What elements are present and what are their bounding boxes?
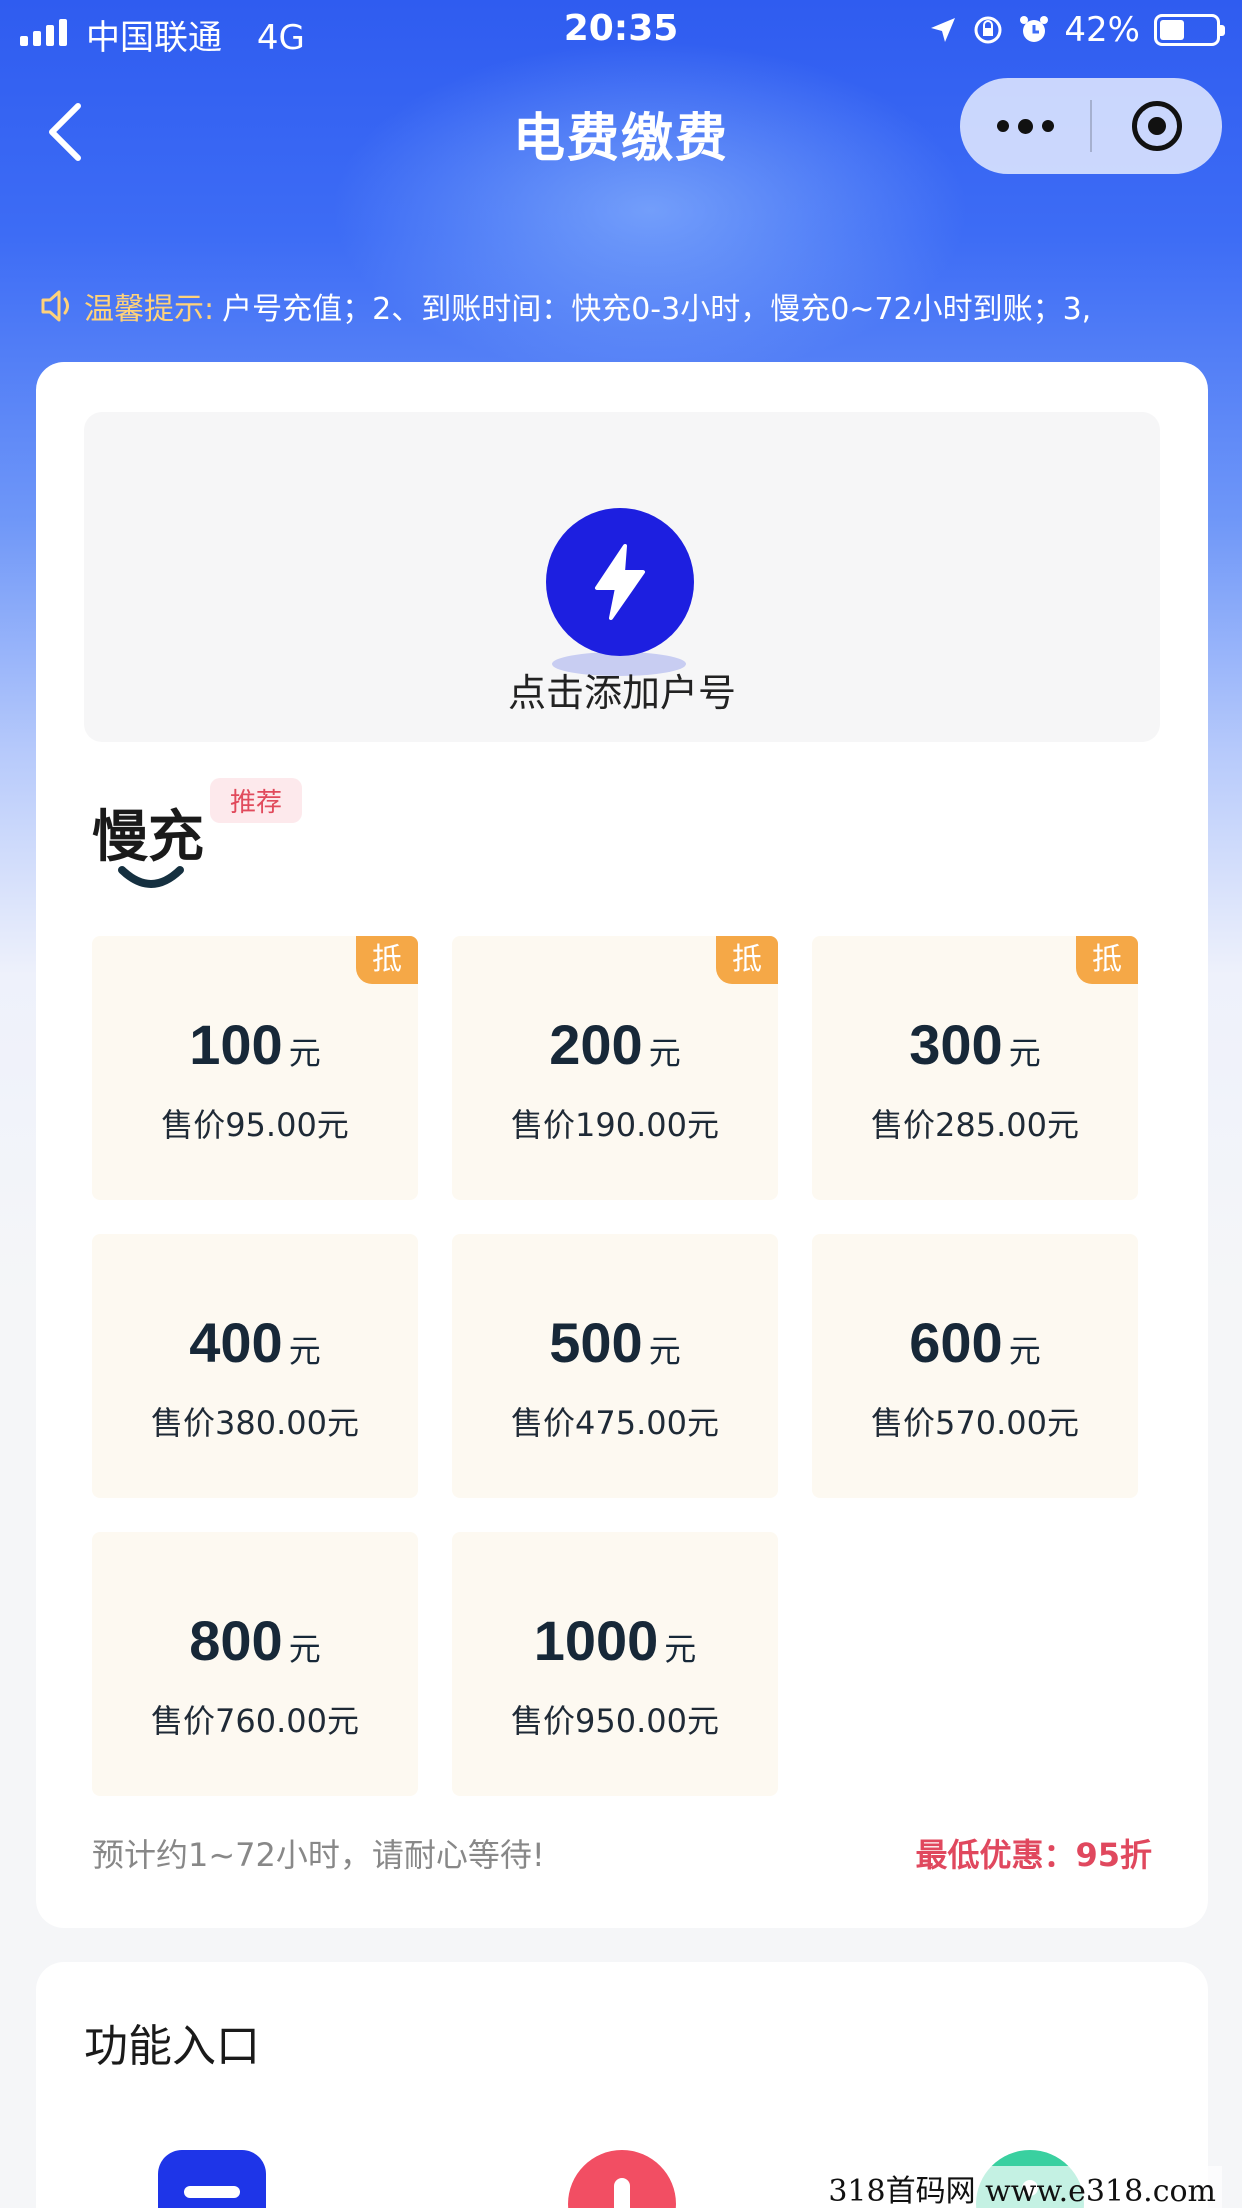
amount-unit: 元 xyxy=(288,1630,321,1668)
person-icon[interactable] xyxy=(568,2150,676,2208)
sale-price: 售价950.00元 xyxy=(511,1702,719,1740)
list-icon[interactable] xyxy=(158,2150,266,2208)
lowest-discount: 最低优惠：95折 xyxy=(915,1836,1152,1874)
amount: 600 xyxy=(909,1311,1003,1374)
amount-unit: 元 xyxy=(288,1332,321,1370)
amount-unit: 元 xyxy=(1008,1332,1041,1370)
sale-price: 售价95.00元 xyxy=(161,1106,349,1144)
function-entry-title: 功能入口 xyxy=(84,2021,260,2072)
alarm-icon xyxy=(1020,16,1049,42)
smile-underline-icon xyxy=(118,866,184,888)
notice-text: 户号充值；2、到账时间：快充0-3小时，慢充0~72小时到账；3, xyxy=(222,292,1092,327)
deduct-tag: 抵 xyxy=(716,936,778,984)
speaker-icon xyxy=(41,290,69,322)
denomination-option[interactable]: 500 元 售价475.00元 xyxy=(452,1234,778,1498)
denomination-option[interactable]: 600 元 售价570.00元 xyxy=(812,1234,1138,1498)
miniprogram-capsule xyxy=(960,78,1222,174)
denomination-option[interactable]: 抵 200 元 售价190.00元 xyxy=(452,936,778,1200)
amount-unit: 元 xyxy=(288,1034,321,1072)
recommend-badge: 推荐 xyxy=(210,778,303,823)
amount: 200 xyxy=(549,1013,643,1076)
amount-unit: 元 xyxy=(1008,1034,1041,1072)
location-icon xyxy=(931,18,956,42)
deduct-tag: 抵 xyxy=(356,936,418,984)
notice-label: 温馨提示: xyxy=(84,292,215,327)
arrival-estimate: 预计约1~72小时，请耐心等待! xyxy=(92,1836,545,1874)
section-title: 慢充 xyxy=(92,805,204,870)
more-dots-icon xyxy=(996,120,1009,132)
notice-bar: 温馨提示: 户号充值；2、到账时间：快充0-3小时，慢充0~72小时到账；3, xyxy=(38,284,1218,328)
denomination-option[interactable]: 800 元 售价760.00元 xyxy=(92,1532,418,1796)
amount-unit: 元 xyxy=(664,1630,697,1668)
status-bar: 中国联通 4G 20:35 42% xyxy=(0,0,1242,62)
amount: 100 xyxy=(189,1013,283,1076)
sale-price: 售价380.00元 xyxy=(151,1404,359,1442)
rotation-lock-icon xyxy=(974,16,1002,44)
sale-price: 售价190.00元 xyxy=(511,1106,719,1144)
lightning-bolt-icon xyxy=(546,508,694,656)
denomination-option[interactable]: 1000 元 售价950.00元 xyxy=(452,1532,778,1796)
amount: 1000 xyxy=(533,1609,659,1672)
recharge-card: 点击添加户号 慢充 推荐 抵 100 元 售价95.00元 抵 200 元 售价19… xyxy=(36,362,1208,1928)
amount: 800 xyxy=(189,1609,283,1672)
add-account-button[interactable]: 点击添加户号 xyxy=(84,412,1160,742)
denomination-option[interactable]: 抵 100 元 售价95.00元 xyxy=(92,936,418,1200)
denomination-option[interactable]: 抵 300 元 售价285.00元 xyxy=(812,936,1138,1200)
amount-unit: 元 xyxy=(648,1034,681,1072)
battery-percent: 42% xyxy=(1064,10,1140,50)
header-glow xyxy=(330,40,970,380)
amount-unit: 元 xyxy=(648,1332,681,1370)
sale-price: 售价285.00元 xyxy=(871,1106,1079,1144)
sale-price: 售价570.00元 xyxy=(871,1404,1079,1442)
target-icon xyxy=(1132,101,1182,151)
add-account-label: 点击添加户号 xyxy=(507,671,736,715)
sale-price: 售价760.00元 xyxy=(151,1702,359,1740)
amount: 500 xyxy=(549,1311,643,1374)
amount: 300 xyxy=(909,1013,1003,1076)
watermark: 318首码网 www.e318.com xyxy=(822,2166,1222,2208)
deduct-tag: 抵 xyxy=(1076,936,1138,984)
sale-price: 售价475.00元 xyxy=(511,1404,719,1442)
battery-icon xyxy=(1154,14,1225,46)
amount: 400 xyxy=(189,1311,283,1374)
more-button[interactable] xyxy=(960,78,1090,174)
close-miniprogram-button[interactable] xyxy=(1092,78,1222,174)
denomination-option[interactable]: 400 元 售价380.00元 xyxy=(92,1234,418,1498)
